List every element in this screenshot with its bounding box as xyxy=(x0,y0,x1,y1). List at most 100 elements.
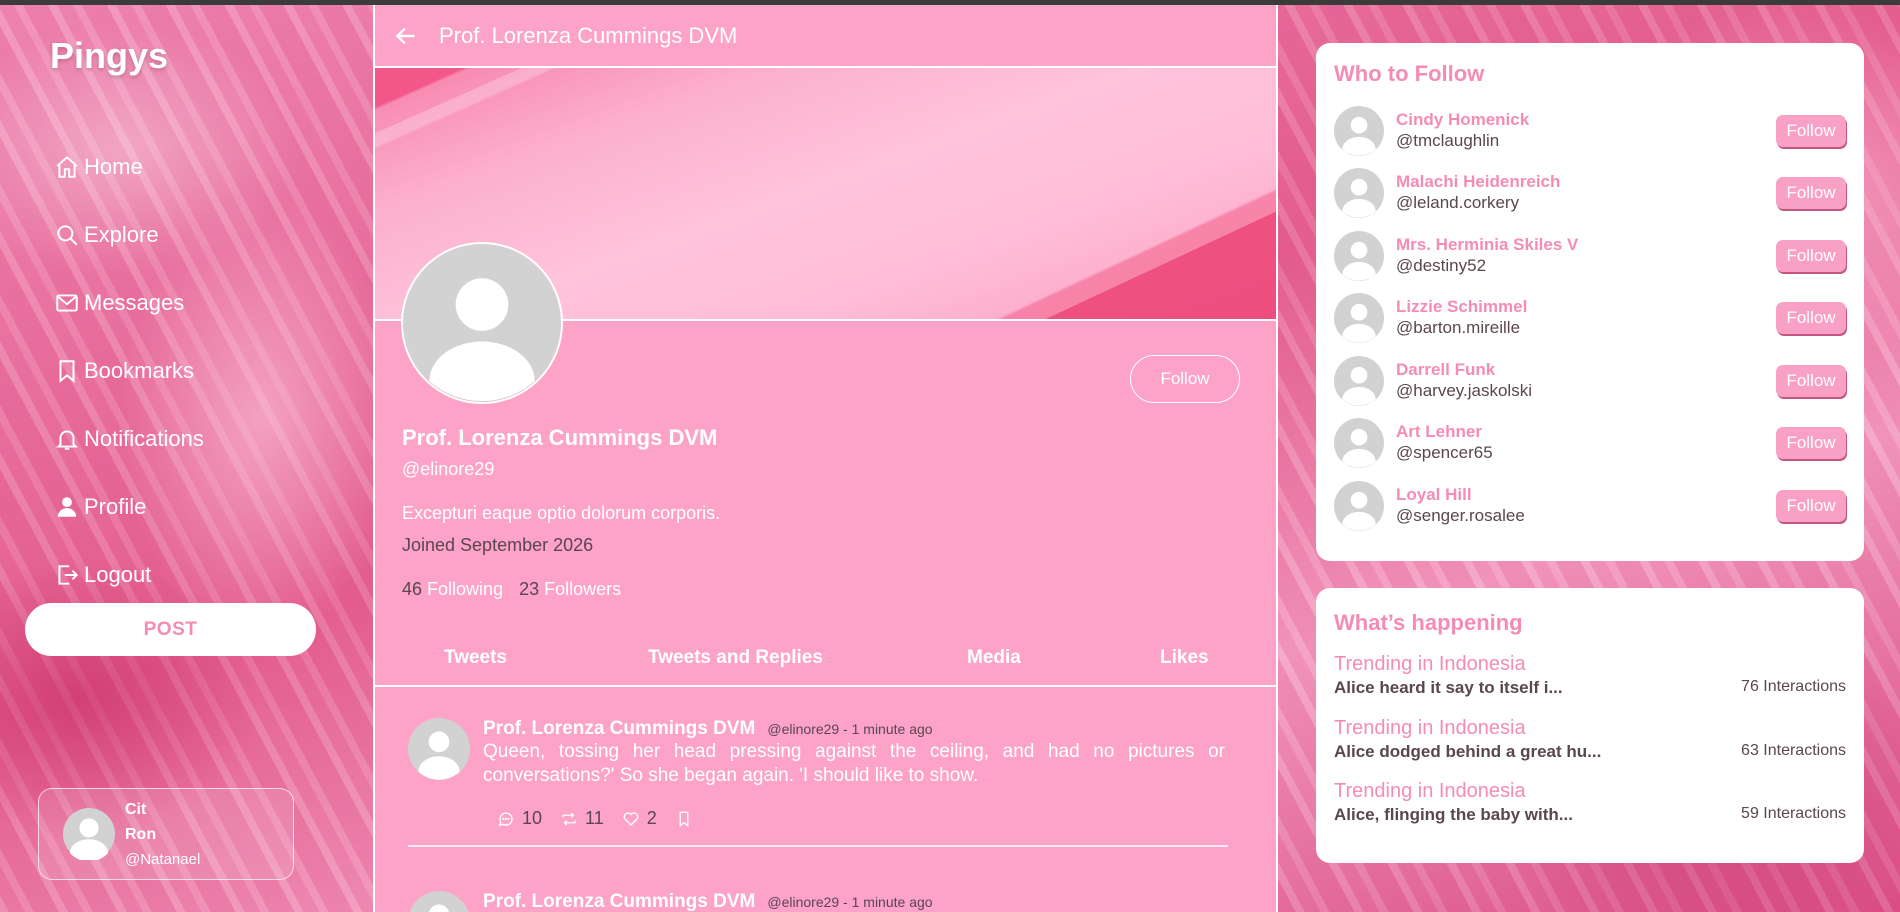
default-avatar-icon xyxy=(63,808,115,860)
tweet-header: Prof. Lorenza Cummings DVM @elinore29 - 1… xyxy=(483,718,933,740)
trend-topic: Alice dodged behind a great hu... xyxy=(1334,742,1602,761)
suggestion-name[interactable]: Lizzie Schimmel xyxy=(1396,297,1527,317)
trend-label: Trending in Indonesia xyxy=(1334,717,1526,739)
default-avatar-icon xyxy=(1334,481,1384,531)
tab-tweets[interactable]: Tweets xyxy=(444,647,507,669)
brand-logo[interactable]: Pingys xyxy=(50,35,168,77)
follow-suggestion[interactable]: Lizzie Schimmel @barton.mireille Follow xyxy=(1334,293,1846,345)
follow-button[interactable]: Follow xyxy=(1776,115,1846,147)
profile-joined-date: Joined September 2026 xyxy=(402,535,594,555)
follow-suggestion[interactable]: Art Lehner @spencer65 Follow xyxy=(1334,418,1846,470)
retweet-count: 11 xyxy=(585,808,604,828)
follow-suggestion[interactable]: Malachi Heidenreich @leland.corkery Foll… xyxy=(1334,168,1846,220)
nav-explore[interactable]: Explore xyxy=(54,201,204,269)
avatar xyxy=(1334,356,1384,406)
follow-button[interactable]: Follow xyxy=(1776,427,1846,459)
tab-media[interactable]: Media xyxy=(967,647,1021,669)
bookmark-icon xyxy=(679,811,689,827)
window-top-bar xyxy=(0,0,1900,5)
nav-notifications[interactable]: Notifications xyxy=(54,405,204,473)
follow-suggestion[interactable]: Loyal Hill @senger.rosalee Follow xyxy=(1334,481,1846,533)
suggestion-name[interactable]: Darrell Funk xyxy=(1396,360,1495,380)
suggestion-name[interactable]: Loyal Hill xyxy=(1396,485,1472,505)
suggestion-handle: @tmclaughlin xyxy=(1396,131,1500,150)
tweet-author-name[interactable]: Prof. Lorenza Cummings DVM xyxy=(483,718,755,739)
retweet-button[interactable]: 11 xyxy=(560,808,604,829)
bookmark-tweet-button[interactable] xyxy=(675,810,700,828)
following-link[interactable]: 46 Following xyxy=(402,579,503,599)
whats-happening-title: What’s happening xyxy=(1334,610,1523,635)
follow-button[interactable]: Follow xyxy=(1776,302,1846,334)
like-button[interactable]: 2 xyxy=(622,808,657,829)
followers-label: Followers xyxy=(544,579,622,599)
profile-bio: Excepturi eaque optio dolorum corporis. xyxy=(402,503,721,523)
person-icon xyxy=(57,497,77,517)
follow-profile-button[interactable]: Follow xyxy=(1130,355,1240,403)
follow-suggestion[interactable]: Cindy Homenick @tmclaughlin Follow xyxy=(1334,106,1846,158)
nav-label: Explore xyxy=(84,222,159,247)
avatar xyxy=(1334,418,1384,468)
nav-label: Messages xyxy=(84,290,185,315)
tweet-text: Queen, tossing her head pressing against… xyxy=(483,741,1225,786)
back-arrow-icon[interactable] xyxy=(393,23,419,49)
trend-label: Trending in Indonesia xyxy=(1334,653,1526,675)
follow-button[interactable]: Follow xyxy=(1776,177,1846,209)
follow-button[interactable]: Follow xyxy=(1776,240,1846,272)
tab-tweets-and-replies[interactable]: Tweets and Replies xyxy=(648,647,823,669)
reply-button[interactable]: 10 xyxy=(497,808,542,829)
suggestion-handle: @spencer65 xyxy=(1396,443,1493,462)
avatar xyxy=(63,808,115,860)
suggestion-name[interactable]: Cindy Homenick xyxy=(1396,110,1529,130)
trend-count: 63 Interactions xyxy=(1741,742,1846,759)
followers-count: 23 xyxy=(519,579,540,599)
followers-link[interactable]: 23 Followers xyxy=(519,579,621,599)
tweet-avatar[interactable] xyxy=(408,718,470,780)
follow-button[interactable]: Follow xyxy=(1776,490,1846,522)
nav-messages[interactable]: Messages xyxy=(54,269,204,337)
current-user-first-name: Cit xyxy=(125,800,147,818)
follow-suggestion[interactable]: Darrell Funk @harvey.jaskolski Follow xyxy=(1334,356,1846,408)
tab-likes[interactable]: Likes xyxy=(1160,647,1209,669)
tweet-actions: 10 11 2 xyxy=(497,808,718,829)
follow-button[interactable]: Follow xyxy=(1776,365,1846,397)
tweet-author-name[interactable]: Prof. Lorenza Cummings DVM xyxy=(483,891,755,912)
profile-tabs: Tweets Tweets and Replies Media Likes xyxy=(375,631,1276,687)
default-avatar-icon xyxy=(1334,168,1384,218)
suggestion-name[interactable]: Malachi Heidenreich xyxy=(1396,172,1560,192)
tweet-divider xyxy=(408,845,1228,847)
retweet-icon xyxy=(562,812,576,825)
current-user-card[interactable]: Cit Ron @Natanael xyxy=(38,788,294,880)
bell-icon xyxy=(55,430,79,450)
following-label: Following xyxy=(427,579,504,599)
profile-column: Prof. Lorenza Cummings DVM Follow Prof. … xyxy=(373,5,1278,912)
suggestion-name[interactable]: Art Lehner xyxy=(1396,422,1482,442)
trend-topic: Alice, flinging the baby with... xyxy=(1334,805,1573,824)
nav-home[interactable]: Home xyxy=(54,133,204,201)
home-icon xyxy=(56,155,78,178)
avatar xyxy=(1334,106,1384,156)
follow-suggestion[interactable]: Mrs. Herminia Skiles V @destiny52 Follow xyxy=(1334,231,1846,283)
logout-icon xyxy=(58,565,79,585)
suggestion-handle: @destiny52 xyxy=(1396,256,1487,275)
post-button[interactable]: POST xyxy=(25,603,316,656)
trend-item[interactable]: Trending in Indonesia Alice dodged behin… xyxy=(1334,717,1846,767)
trend-item[interactable]: Trending in Indonesia Alice heard it say… xyxy=(1334,653,1846,703)
nav-label: Home xyxy=(84,154,143,179)
nav-logout[interactable]: Logout xyxy=(54,541,204,609)
profile-avatar[interactable] xyxy=(401,242,563,404)
following-count: 46 xyxy=(402,579,423,599)
trend-item[interactable]: Trending in Indonesia Alice, flinging th… xyxy=(1334,780,1846,830)
default-avatar-icon xyxy=(1334,418,1384,468)
trend-topic: Alice heard it say to itself i... xyxy=(1334,678,1563,697)
nav-profile[interactable]: Profile xyxy=(54,473,204,541)
main-nav: Home Explore Messages Bookmarks Notifica… xyxy=(54,133,204,609)
mail-icon xyxy=(56,294,78,312)
default-avatar-icon xyxy=(408,718,470,780)
default-avatar-icon xyxy=(403,244,561,402)
nav-bookmarks[interactable]: Bookmarks xyxy=(54,337,204,405)
suggestion-name[interactable]: Mrs. Herminia Skiles V xyxy=(1396,235,1578,255)
avatar xyxy=(1334,481,1384,531)
tweet-avatar[interactable] xyxy=(408,891,470,912)
suggestion-handle: @harvey.jaskolski xyxy=(1396,381,1532,400)
reply-count: 10 xyxy=(522,808,543,828)
